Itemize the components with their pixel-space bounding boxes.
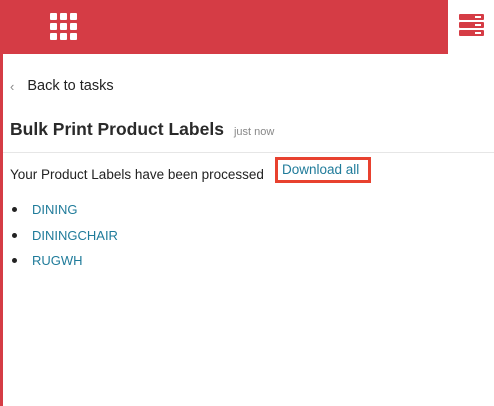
timestamp: just now	[233, 126, 275, 138]
grid-dot	[60, 33, 67, 40]
top-bar	[0, 0, 494, 54]
list-item: RUGWH	[12, 248, 118, 274]
file-list: DINING DININGCHAIR RUGWH	[12, 197, 118, 274]
grid-dot	[50, 33, 57, 40]
download-all-link[interactable]: Download all	[275, 157, 371, 183]
list-item: DININGCHAIR	[12, 223, 118, 249]
grid-dot	[70, 33, 77, 40]
grid-dot	[60, 23, 67, 30]
grid-dot	[50, 23, 57, 30]
divider	[3, 152, 494, 153]
file-link-rugwh[interactable]: RUGWH	[32, 253, 83, 268]
page-title: Bulk Print Product Labels	[10, 119, 224, 139]
bullet	[12, 207, 17, 213]
app-grid-icon[interactable]	[50, 13, 79, 40]
back-label: Back to tasks	[27, 78, 114, 94]
chevron-left-icon: ‹	[10, 78, 15, 94]
grid-dot	[70, 13, 77, 20]
bullet	[12, 258, 17, 264]
grid-dot	[60, 13, 67, 20]
list-item: DINING	[12, 197, 118, 223]
bullet	[12, 232, 17, 238]
status-message: Your Product Labels have been processed	[10, 167, 264, 182]
grid-dot	[50, 13, 57, 20]
stacked-tasks-icon	[459, 14, 484, 36]
back-to-tasks-link[interactable]: ‹ Back to tasks	[10, 78, 114, 94]
grid-dot	[70, 23, 77, 30]
file-link-dining[interactable]: DINING	[32, 202, 78, 217]
app-window: ‹ Back to tasks Bulk Print Product Label…	[0, 0, 494, 406]
task-panel: ‹ Back to tasks Bulk Print Product Label…	[3, 54, 494, 406]
file-link-diningchair[interactable]: DININGCHAIR	[32, 228, 118, 243]
tasks-tab[interactable]	[448, 0, 494, 54]
task-header: Bulk Print Product Labels just now	[10, 119, 274, 140]
